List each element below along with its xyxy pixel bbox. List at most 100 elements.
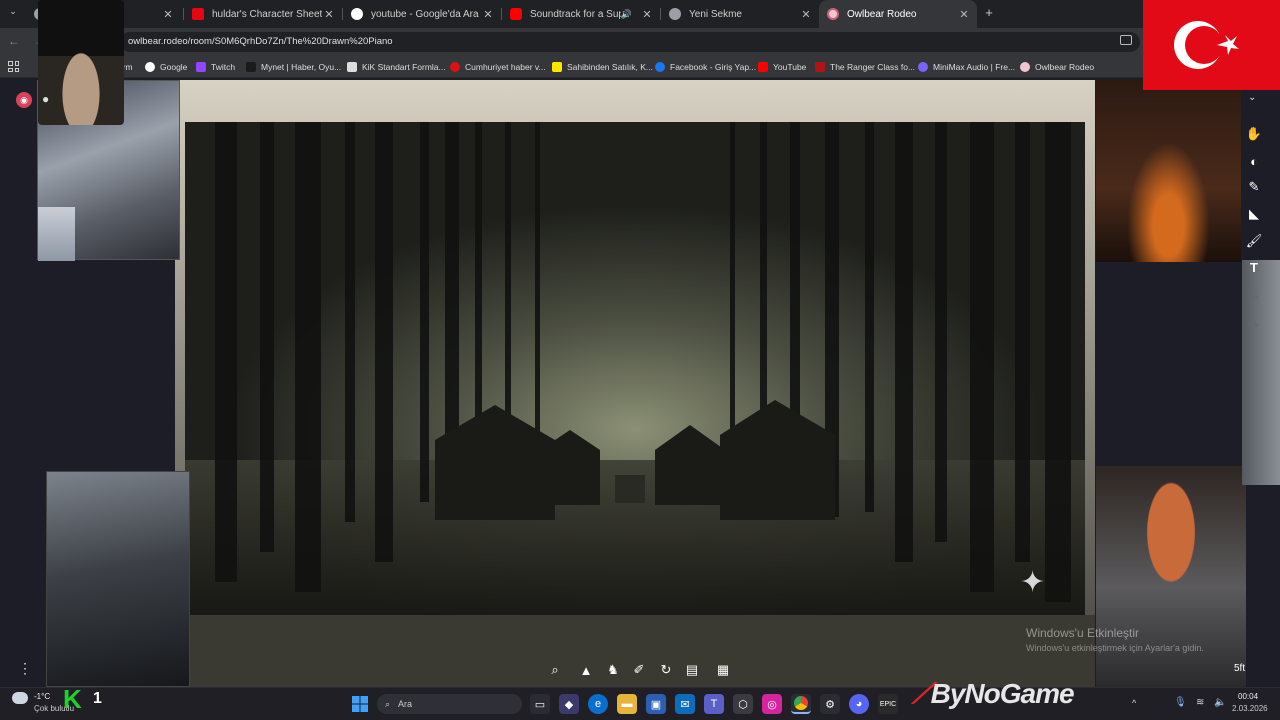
pointer-icon[interactable]: ▲ [575,660,597,680]
bookmark-sahibinden[interactable]: Sahibinden Satılık, K... [552,58,653,76]
google-icon [351,8,363,20]
tab-search-icon[interactable]: ⌄ [6,6,20,20]
notification-badge: 1 [93,690,102,707]
bookmark-youtube[interactable]: YouTube [758,58,806,76]
close-icon[interactable]: ✕ [481,8,495,21]
twitch-icon [196,62,206,72]
youtube-icon [510,8,522,20]
apps-grid-icon[interactable] [8,61,19,72]
tab-4[interactable]: Yeni Sekme ✕ [661,0,819,28]
bookmark-google[interactable]: Google [145,58,187,76]
grid-scale-label[interactable]: 5ft [1234,663,1245,674]
instagram-icon[interactable]: ◎ [762,694,782,714]
chrome-icon[interactable] [791,694,811,714]
back-icon[interactable]: ← [8,34,20,48]
players-icon[interactable]: ● [42,92,49,106]
epic-games-icon[interactable]: EPIC [878,694,898,714]
portrait-red-bearded-warrior[interactable] [1096,466,1246,687]
forest-village-map [175,80,1095,690]
settings-gear-icon[interactable]: ⚙ [820,694,840,714]
task-view-icon[interactable]: ▭ [530,694,550,714]
note-icon[interactable]: ▤ [681,660,703,680]
close-icon[interactable]: ✕ [640,8,654,21]
windows-start-icon[interactable] [350,694,370,714]
file-explorer-icon[interactable]: ▬ [617,694,637,714]
bookmark-ranger[interactable]: The Ranger Class fo... [815,58,915,76]
tab-2[interactable]: youtube - Google'da Ara ✕ [343,0,501,28]
portrait-demon-gunslinger[interactable] [46,471,190,687]
tab-title: huldar's Character Sheet - D&D Beyond [212,8,322,20]
tray-chevron-icon[interactable]: ^ [1132,698,1136,708]
portrait-white-wolf[interactable] [38,207,75,261]
bookmark-kik[interactable]: KiK Standart Formla... [347,58,446,76]
search-icon: ⌕ [385,698,391,709]
clock-date[interactable]: 2.03.2026 [1232,704,1268,713]
bookmark-minimax[interactable]: MiniMax Audio | Fre... [918,58,1015,76]
fog-icon[interactable]: ◐ [1244,151,1264,171]
map-scene[interactable] [175,80,1095,690]
dndbeyond-icon [815,62,825,72]
google-icon [145,62,155,72]
kick-logo-icon: K [63,684,82,714]
tab-1[interactable]: huldar's Character Sheet - D&D Beyond ✕ [184,0,342,28]
bookmark-facebook[interactable]: Facebook - Giriş Yap... [655,58,756,76]
owlbear-logo-icon[interactable]: ◉ [16,92,32,108]
token-icon[interactable]: ♞ [602,660,624,680]
crescent-star-icon [1174,21,1239,69]
tab-title: Yeni Sekme [689,8,742,20]
mic-icon[interactable]: 🎙 [1174,697,1187,708]
copilot-icon[interactable]: ◆ [559,694,579,714]
weather-temperature[interactable]: -1°C [34,692,50,701]
bookmark-twitch[interactable]: Twitch [196,58,235,76]
brush-icon[interactable]: 🖌 [1244,231,1264,251]
close-icon[interactable]: ✕ [322,8,336,21]
undo-icon[interactable]: ↶ [1244,290,1264,310]
volume-icon[interactable]: 🔈 [1214,697,1226,708]
measure-icon[interactable]: ✐ [628,660,650,680]
address-bar[interactable]: owlbear.rodeo/room/S0M6QrhDo7Zn/The%20Dr… [120,32,1140,52]
close-icon[interactable]: ✕ [799,8,813,21]
close-icon[interactable]: ✕ [957,8,971,21]
portrait-fire-sorceress[interactable] [1096,80,1241,262]
mail-icon[interactable]: ✉ [675,694,695,714]
cast-icon[interactable] [1120,35,1132,45]
refresh-icon[interactable]: ↻ [655,660,677,680]
text-icon[interactable]: T [1244,257,1264,277]
facebook-icon [655,62,665,72]
pen-icon[interactable]: ✎ [1244,177,1264,197]
tab-3[interactable]: Soundtrack for a Supervillain 🔊 ✕ [502,0,660,28]
app-icon[interactable]: ⬡ [733,694,753,714]
search-placeholder: Ara [398,699,413,709]
taskbar-search[interactable]: ⌕ Ara [377,694,522,714]
minimax-icon [918,62,928,72]
ruler-icon[interactable]: ◣ [1244,204,1264,224]
chevron-down-icon[interactable]: ⌄ [1248,92,1256,103]
new-tab-icon[interactable]: + [982,6,996,20]
hand-icon[interactable]: ✋ [1244,124,1264,144]
bookmark-mynet[interactable]: Mynet | Haber, Oyu... [246,58,341,76]
teams-icon[interactable]: T [704,694,724,714]
globe-icon [669,8,681,20]
discord-icon[interactable]: ◕ [849,694,869,714]
youtube-icon [758,62,768,72]
mynet-icon [246,62,256,72]
tab-title: Owlbear Rodeo [847,8,917,20]
redo-icon[interactable]: ↷ [1244,316,1264,336]
weather-cloud-icon[interactable] [12,692,28,704]
bookmark-owlbear[interactable]: Owlbear Rodeo [1020,58,1094,76]
dndbeyond-icon [192,8,204,20]
apps-icon[interactable]: ▦ [712,660,734,680]
edge-icon[interactable]: e [588,694,608,714]
search-icon[interactable]: ⌕ [544,660,566,680]
clock-time[interactable]: 00:04 [1238,692,1258,701]
tab-5[interactable]: Owlbear Rodeo ✕ [819,0,977,28]
more-options-icon[interactable]: ⋮ [18,660,32,677]
url-text: owlbear.rodeo/room/S0M6QrhDo7Zn/The%20Dr… [128,36,393,47]
tab-title: youtube - Google'da Ara [371,8,479,20]
audio-playing-icon[interactable]: 🔊 [621,9,632,20]
wifi-icon[interactable]: ≋ [1196,697,1204,708]
close-icon[interactable]: ✕ [161,8,175,21]
store-icon[interactable]: ▣ [646,694,666,714]
streamer-portrait-overlay [38,0,124,125]
bookmark-cumhuriyet[interactable]: Cumhuriyet haber v... [450,58,546,76]
